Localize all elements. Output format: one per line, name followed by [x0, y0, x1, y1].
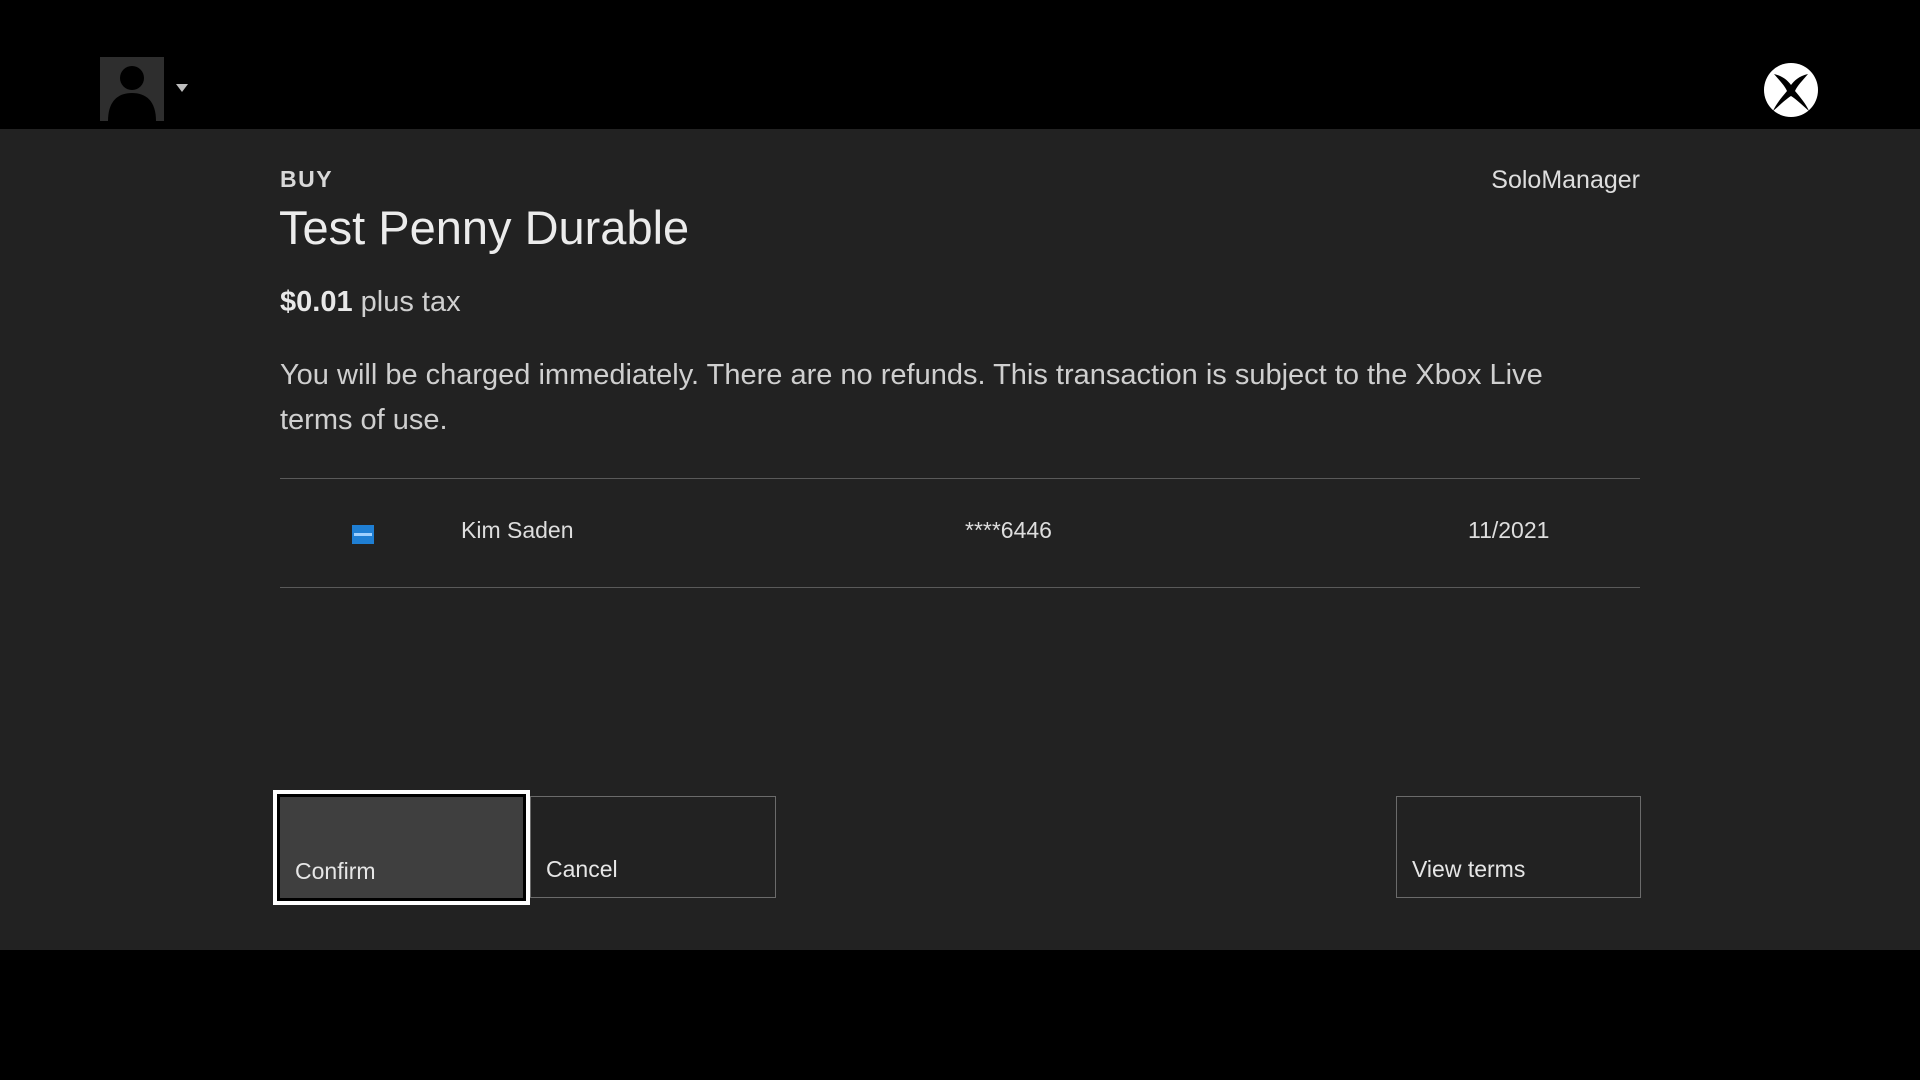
confirm-button-label: Confirm — [295, 858, 376, 884]
view-terms-button-label: View terms — [1412, 856, 1526, 882]
product-title: Test Penny Durable — [279, 201, 690, 254]
user-avatar-icon[interactable] — [100, 57, 164, 121]
divider-bottom — [280, 587, 1640, 588]
top-bar — [0, 0, 1920, 129]
price-value: $0.01 — [280, 286, 353, 318]
purchase-disclaimer: You will be charged immediately. There a… — [280, 359, 1543, 436]
account-name: SoloManager — [1491, 166, 1640, 194]
credit-card-icon — [352, 525, 374, 544]
bottom-bar — [0, 950, 1920, 1080]
cancel-button-label: Cancel — [546, 856, 618, 882]
xbox-logo-icon — [1763, 62, 1819, 118]
view-terms-button[interactable]: View terms — [1396, 796, 1641, 898]
card-expiry: 11/2021 — [1468, 517, 1550, 543]
price-line: $0.01 plus tax — [280, 286, 461, 319]
price-suffix: plus tax — [360, 286, 461, 318]
caret-down-icon[interactable] — [176, 84, 188, 92]
divider-top — [280, 478, 1640, 479]
cardholder-name: Kim Saden — [461, 517, 574, 543]
cancel-button[interactable]: Cancel — [530, 796, 776, 898]
card-number: ****6446 — [965, 517, 1052, 543]
action-label: BUY — [280, 166, 334, 192]
confirm-button[interactable]: Confirm — [273, 790, 530, 905]
payment-method-row[interactable]: Kim Saden ****6446 11/2021 — [280, 480, 1640, 587]
